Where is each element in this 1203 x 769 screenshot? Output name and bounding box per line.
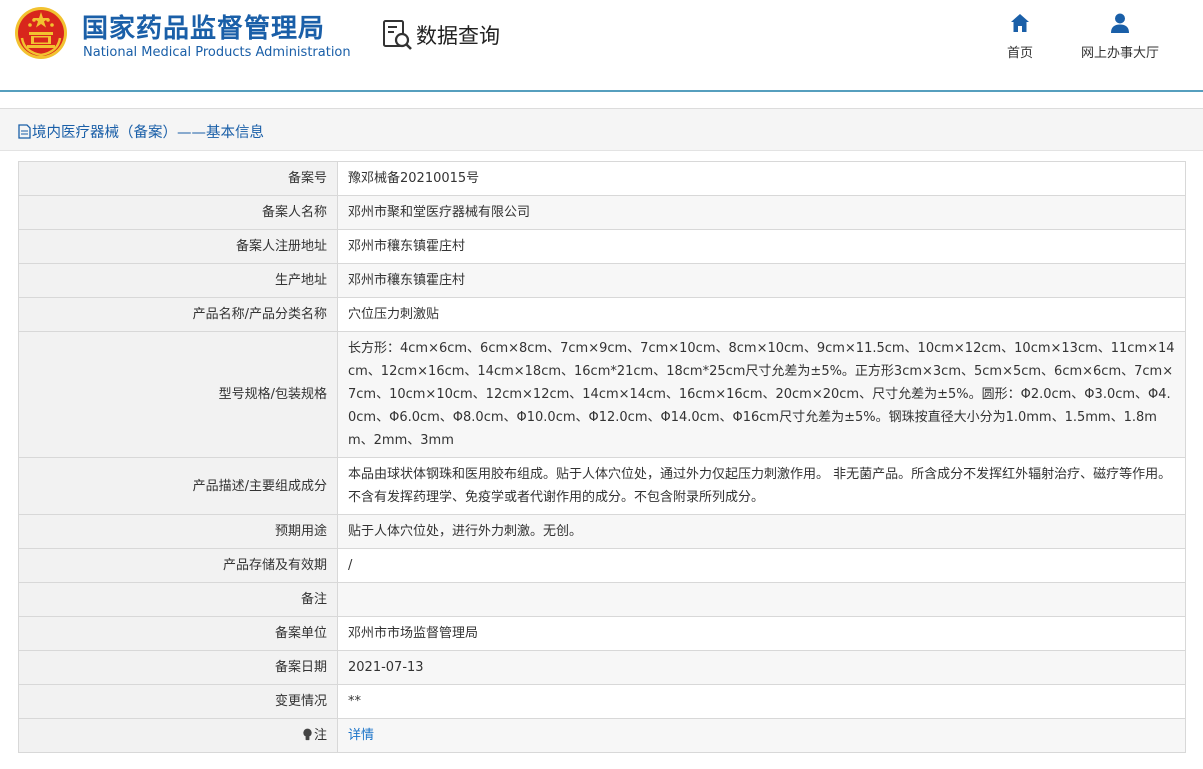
table-row: 备案号 豫邓械备20210015号 bbox=[18, 161, 1186, 196]
row-label: 备案单位 bbox=[18, 616, 338, 651]
row-value: 邓州市穰东镇霍庄村 bbox=[337, 229, 1186, 264]
row-value: 本品由球状体钢珠和医用胶布组成。贴于人体穴位处，通过外力仅起压力刺激作用。 非无… bbox=[337, 457, 1186, 515]
data-query-heading: 数据查询 bbox=[382, 18, 500, 52]
row-label: 备案号 bbox=[18, 161, 338, 196]
table-row: 备注 bbox=[18, 582, 1186, 617]
row-label: 产品名称/产品分类名称 bbox=[18, 297, 338, 332]
row-label: 生产地址 bbox=[18, 263, 338, 298]
row-value: / bbox=[337, 548, 1186, 583]
row-value: 长方形：4cm×6cm、6cm×8cm、7cm×9cm、7cm×10cm、8cm… bbox=[337, 331, 1186, 458]
table-row: 备案单位 邓州市市场监督管理局 bbox=[18, 616, 1186, 651]
row-value: 详情 bbox=[337, 718, 1186, 753]
row-label: 备案日期 bbox=[18, 650, 338, 685]
table-row: 产品存储及有效期 / bbox=[18, 548, 1186, 583]
table-row: 生产地址 邓州市穰东镇霍庄村 bbox=[18, 263, 1186, 298]
basic-info-table: 备案号 豫邓械备20210015号 备案人名称 邓州市聚和堂医疗器械有限公司 备… bbox=[18, 161, 1186, 753]
home-icon bbox=[1011, 14, 1029, 32]
row-label: 备案人注册地址 bbox=[18, 229, 338, 264]
row-label: 备案人名称 bbox=[18, 195, 338, 230]
details-link[interactable]: 详情 bbox=[348, 728, 374, 743]
table-row: 产品描述/主要组成成分 本品由球状体钢珠和医用胶布组成。贴于人体穴位处，通过外力… bbox=[18, 457, 1186, 515]
query-title: 数据查询 bbox=[416, 24, 500, 48]
note-label: 注 bbox=[313, 728, 327, 743]
panel-title-bar: 境内医疗器械（备案）——基本信息 bbox=[0, 109, 1203, 151]
table-row: 备案日期 2021-07-13 bbox=[18, 650, 1186, 685]
org-name-cn: 国家药品监督管理局 bbox=[82, 14, 326, 44]
row-label: 预期用途 bbox=[18, 514, 338, 549]
panel-title: 境内医疗器械（备案）——基本信息 bbox=[18, 121, 264, 142]
table-row: 变更情况 ** bbox=[18, 684, 1186, 719]
table-row: 型号规格/包装规格 长方形：4cm×6cm、6cm×8cm、7cm×9cm、7c… bbox=[18, 331, 1186, 458]
row-label: 产品存储及有效期 bbox=[18, 548, 338, 583]
table-row: 产品名称/产品分类名称 穴位压力刺激贴 bbox=[18, 297, 1186, 332]
row-value: 邓州市穰东镇霍庄村 bbox=[337, 263, 1186, 298]
row-value: 2021-07-13 bbox=[337, 650, 1186, 685]
row-value: ** bbox=[337, 684, 1186, 719]
document-search-icon bbox=[383, 20, 412, 50]
national-emblem-icon bbox=[15, 7, 67, 59]
row-value: 穴位压力刺激贴 bbox=[337, 297, 1186, 332]
row-value: 贴于人体穴位处，进行外力刺激。无创。 bbox=[337, 514, 1186, 549]
row-label-note: 注 bbox=[18, 718, 338, 753]
row-label: 型号规格/包装规格 bbox=[18, 331, 338, 458]
row-value: 豫邓械备20210015号 bbox=[337, 161, 1186, 196]
row-label: 产品描述/主要组成成分 bbox=[18, 457, 338, 515]
table-row: 注 详情 bbox=[18, 718, 1186, 753]
nav-online-service-hall-label: 网上办事大厅 bbox=[1080, 46, 1159, 61]
lightbulb-icon bbox=[303, 728, 312, 741]
org-name-en: National Medical Products Administration bbox=[83, 45, 351, 60]
row-value: 邓州市市场监督管理局 bbox=[337, 616, 1186, 651]
row-label: 变更情况 bbox=[18, 684, 338, 719]
user-icon bbox=[1111, 13, 1129, 33]
panel-title-text: 境内医疗器械（备案）——基本信息 bbox=[32, 125, 264, 141]
row-value bbox=[337, 582, 1186, 617]
basic-info-panel: 境内医疗器械（备案）——基本信息 备案号 豫邓械备20210015号 备案人名称… bbox=[0, 108, 1203, 769]
document-icon bbox=[18, 124, 31, 139]
row-label: 备注 bbox=[18, 582, 338, 617]
table-row: 预期用途 贴于人体穴位处，进行外力刺激。无创。 bbox=[18, 514, 1186, 549]
table-row: 备案人名称 邓州市聚和堂医疗器械有限公司 bbox=[18, 195, 1186, 230]
header-divider bbox=[0, 90, 1203, 92]
site-header: 国家药品监督管理局 National Medical Products Admi… bbox=[0, 0, 1203, 92]
row-value: 邓州市聚和堂医疗器械有限公司 bbox=[337, 195, 1186, 230]
nav-home-label: 首页 bbox=[1006, 46, 1033, 61]
table-row: 备案人注册地址 邓州市穰东镇霍庄村 bbox=[18, 229, 1186, 264]
nav-online-service-hall[interactable]: 网上办事大厅 bbox=[1072, 12, 1168, 61]
nav-home[interactable]: 首页 bbox=[998, 12, 1042, 61]
